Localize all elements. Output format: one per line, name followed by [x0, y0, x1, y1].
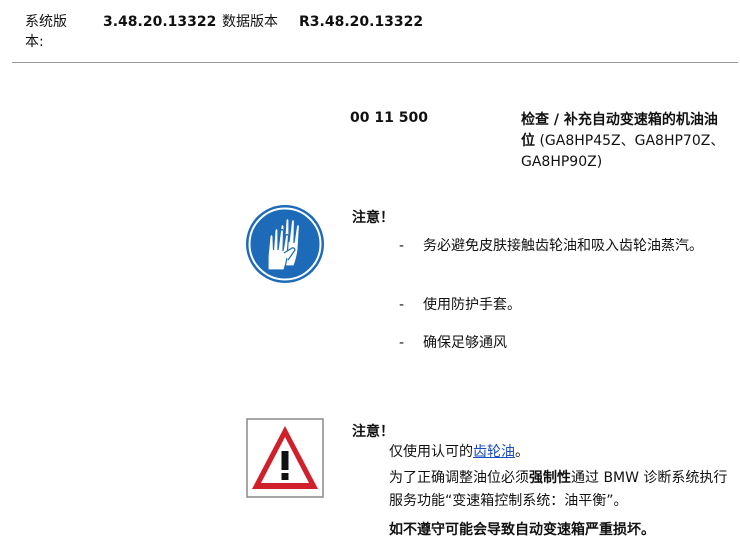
notice-paragraph-a: 为了正确调整油位必须 — [389, 470, 529, 486]
list-item: - 确保足够通风 — [399, 333, 719, 353]
list-item-text: 确保足够通风 — [423, 335, 507, 351]
notice-text: 仅使用认可的齿轮油。 — [389, 441, 734, 464]
notice-text-suffix: 。 — [515, 444, 529, 460]
system-version-label: 系统版本: — [25, 14, 67, 50]
warning-triangle-icon — [246, 418, 324, 498]
list-item: - 使用防护手套。 — [399, 295, 719, 315]
bullet-dash: - — [399, 238, 405, 254]
list-item: - 务必避免皮肤接触齿轮油和吸入齿轮油蒸汽。 — [399, 236, 719, 276]
list-item-text: 使用防护手套。 — [423, 297, 521, 313]
notice-heading: 注意！ — [352, 424, 394, 440]
document-number: 00 11 500 — [350, 110, 428, 126]
notice-heading: 注意！ — [352, 210, 394, 226]
data-version-value: R3.48.20.13322 — [299, 14, 424, 30]
data-version-label: 数据版本 — [222, 14, 278, 30]
notice-paragraph: 为了正确调整油位必须强制性通过 BMW 诊断系统执行服务功能“变速箱控制系统：油… — [389, 467, 734, 513]
document-title-models: (GA8HP45Z、GA8HP70Z、GA8HP90Z) — [521, 133, 725, 170]
notice-consequence: 如不遵守可能会导致自动变速箱严重损坏。 — [389, 522, 655, 538]
gloves-icon — [245, 204, 325, 284]
header-divider — [12, 62, 738, 63]
system-version-value: 3.48.20.13322 — [103, 14, 217, 30]
bullet-dash: - — [399, 297, 405, 313]
document-title: 检查 / 补充自动变速箱的机油油位 (GA8HP45Z、GA8HP70Z、GA8… — [521, 110, 731, 173]
notice-text-prefix: 仅使用认可的 — [389, 444, 473, 460]
notice-paragraph-bold: 强制性 — [529, 470, 571, 486]
bullet-dash: - — [399, 335, 405, 351]
list-item-text: 务必避免皮肤接触齿轮油和吸入齿轮油蒸汽。 — [423, 238, 703, 254]
gear-oil-link[interactable]: 齿轮油 — [473, 444, 515, 460]
